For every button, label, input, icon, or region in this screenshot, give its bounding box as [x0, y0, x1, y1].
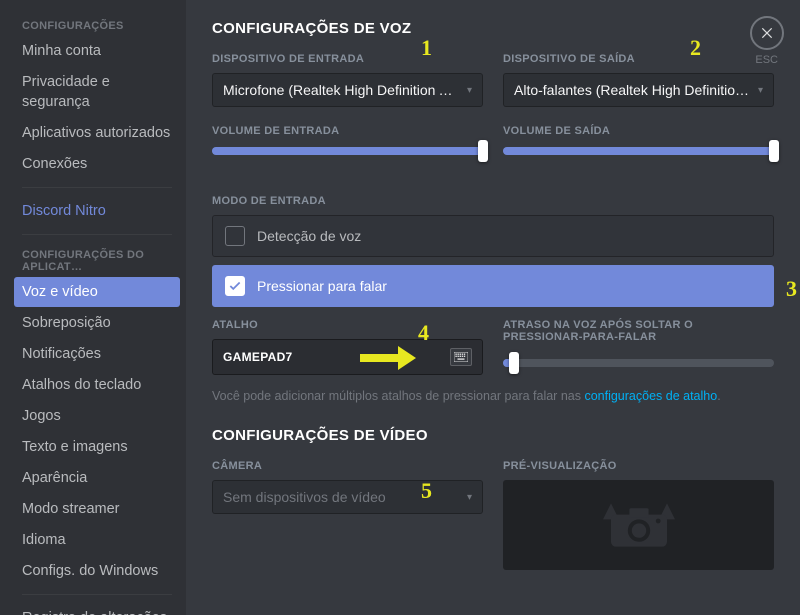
- shortcut-input[interactable]: GAMEPAD7: [212, 339, 483, 375]
- input-volume-label: VOLUME DE ENTRADA: [212, 125, 483, 137]
- sidebar-item-appearance[interactable]: Aparência: [14, 463, 180, 493]
- close-button[interactable]: [750, 16, 784, 50]
- shortcut-value: GAMEPAD7: [223, 350, 293, 364]
- push-to-talk-label: Pressionar para falar: [257, 278, 387, 294]
- sidebar-header-user: CONFIGURAÇÕES: [14, 14, 180, 36]
- close-icon: [760, 26, 774, 40]
- sidebar-item-overlay[interactable]: Sobreposição: [14, 308, 180, 338]
- output-device-label: DISPOSITIVO DE SAÍDA: [503, 53, 774, 65]
- sidebar-item-privacy[interactable]: Privacidade e segurança: [14, 67, 180, 117]
- divider: [22, 187, 172, 188]
- camera-label: CÂMERA: [212, 460, 483, 472]
- chevron-down-icon: ▾: [758, 85, 763, 96]
- keybind-settings-link[interactable]: configurações de atalho: [584, 389, 717, 403]
- divider: [22, 234, 172, 235]
- voice-settings-title: CONFIGURAÇÕES DE VOZ: [212, 20, 774, 37]
- sidebar-item-windows[interactable]: Configs. do Windows: [14, 556, 180, 586]
- input-volume-slider[interactable]: [212, 147, 483, 155]
- camera-value: Sem dispositivos de vídeo: [223, 489, 386, 505]
- sidebar-item-language[interactable]: Idioma: [14, 525, 180, 555]
- help-text: Você pode adicionar múltiplos atalhos de…: [212, 389, 774, 403]
- sidebar-item-keybinds[interactable]: Atalhos do teclado: [14, 370, 180, 400]
- sidebar-item-streamer[interactable]: Modo streamer: [14, 494, 180, 524]
- esc-label: ESC: [755, 54, 778, 66]
- sidebar-item-connections[interactable]: Conexões: [14, 149, 180, 179]
- sidebar-item-changelog[interactable]: Registro de alterações: [14, 603, 180, 615]
- input-mode-label: MODO DE ENTRADA: [212, 195, 774, 207]
- sidebar-item-notifications[interactable]: Notificações: [14, 339, 180, 369]
- shortcut-label: ATALHO: [212, 319, 483, 331]
- sidebar-item-apps[interactable]: Aplicativos autorizados: [14, 118, 180, 148]
- preview-label: PRÉ-VISUALIZAÇÃO: [503, 460, 774, 472]
- checkbox-icon: [225, 276, 245, 296]
- voice-activity-label: Detecção de voz: [257, 228, 361, 244]
- main-content: ESC CONFIGURAÇÕES DE VOZ DISPOSITIVO DE …: [186, 0, 800, 615]
- camera-preview: [503, 480, 774, 570]
- sidebar-item-voice-video[interactable]: Voz e vídeo: [14, 277, 180, 307]
- output-volume-slider[interactable]: [503, 147, 774, 155]
- input-device-value: Microfone (Realtek High Definition Audio…: [223, 82, 461, 98]
- sidebar-item-account[interactable]: Minha conta: [14, 36, 180, 66]
- camera-preview-icon: [599, 497, 679, 553]
- input-device-label: DISPOSITIVO DE ENTRADA: [212, 53, 483, 65]
- camera-select[interactable]: Sem dispositivos de vídeo ▾: [212, 480, 483, 514]
- push-to-talk-option[interactable]: Pressionar para falar: [212, 265, 774, 307]
- output-device-value: Alto-falantes (Realtek High Definition A…: [514, 82, 752, 98]
- sidebar-header-app: CONFIGURAÇÕES DO APLICAT…: [14, 243, 180, 277]
- ptt-delay-label: ATRASO NA VOZ APÓS SOLTAR O PRESSIONAR-P…: [503, 319, 774, 343]
- sidebar-item-nitro[interactable]: Discord Nitro: [14, 196, 180, 226]
- voice-activity-option[interactable]: Detecção de voz: [212, 215, 774, 257]
- sidebar-item-games[interactable]: Jogos: [14, 401, 180, 431]
- settings-sidebar: CONFIGURAÇÕES Minha conta Privacidade e …: [0, 0, 186, 615]
- ptt-delay-slider[interactable]: [503, 359, 774, 367]
- checkbox-icon: [225, 226, 245, 246]
- output-device-select[interactable]: Alto-falantes (Realtek High Definition A…: [503, 73, 774, 107]
- chevron-down-icon: ▾: [467, 492, 472, 503]
- annotation-3: 3: [786, 276, 797, 302]
- chevron-down-icon: ▾: [467, 85, 472, 96]
- video-settings-title: CONFIGURAÇÕES DE VÍDEO: [212, 427, 774, 444]
- sidebar-item-text-images[interactable]: Texto e imagens: [14, 432, 180, 462]
- divider: [22, 594, 172, 595]
- keyboard-icon[interactable]: [450, 348, 472, 366]
- input-device-select[interactable]: Microfone (Realtek High Definition Audio…: [212, 73, 483, 107]
- output-volume-label: VOLUME DE SAÍDA: [503, 125, 774, 137]
